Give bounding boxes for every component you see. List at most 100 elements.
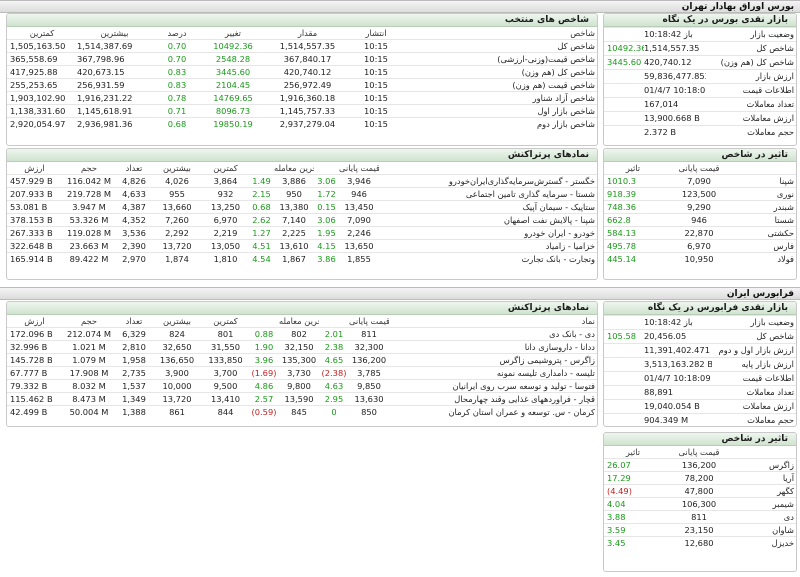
impact-symbol[interactable]: شاوان [736,523,796,537]
impact-row[interactable]: 17.29 78,200 آریا [604,471,796,485]
symbol-name[interactable]: ددانا - داروسازی دانا [389,340,597,354]
impact-value: 4.04 [604,497,662,511]
symbol-low: 932 [202,187,249,201]
impact-symbol[interactable]: شیمبر [736,497,796,511]
symbol-value: 165.914 B [7,252,62,265]
symbol-row[interactable]: 42.499 B 50.004 M 1,388 861 844 (0.59) 845 0 850… [7,405,597,418]
index-name[interactable]: شاخص کل [401,39,597,53]
symbol-row[interactable]: 79.332 B 8.032 M 1,537 10,000 9,500 4.86 9,800… [7,379,597,393]
market-change [604,69,644,84]
symbol-volume: 119.028 M [62,226,116,240]
market-label: تعداد معاملات [712,385,796,400]
symbol-row[interactable]: 53.081 B 3.947 M 4,387 13,660 13,250 0.68 13,3… [7,200,597,214]
symbol-last: 13,380 [274,200,314,214]
index-change: 10492.36 [202,39,264,53]
market-change [604,83,644,98]
index-name[interactable]: شاخص قیمت(وزنی-ارزشی) [401,52,597,66]
impact-row[interactable]: 3.59 23,150 شاوان [604,523,796,537]
index-row: 1,505,163.50 1,514,387.69 0.70 10492.36 1,51… [7,39,597,53]
symbol-name[interactable]: خزامیا - زامیاد [379,239,597,253]
symbol-last: 32,150 [279,340,319,354]
index-name[interactable]: شاخص آزاد شناور [401,91,597,105]
symbol-name[interactable]: دی - بانک دی [389,327,597,341]
impact-close: 123,500 [662,187,736,201]
impact-row[interactable]: 3.45 12,680 خدیزل [604,536,796,549]
impact-symbol[interactable]: نوری [736,187,796,201]
symbol-close-change: 2.95 [319,392,349,406]
impact-symbol[interactable]: آریا [736,471,796,485]
impact-row[interactable]: 918.39 123,500 نوری [604,187,796,201]
index-name[interactable]: شاخص کل (هم وزن) [401,65,597,79]
symbol-row[interactable]: 207.933 B 219.728 M 4,633 955 932 2.15 950 1.72… [7,187,597,201]
fara-top-symbols-title: نمادهای پرتراکنش [7,302,597,315]
symbol-name[interactable]: ستاپیک - سیمان آپیک [379,200,597,214]
symbol-row[interactable]: 67.777 B 17.908 M 2,735 3,900 3,700 (1.69) 3,7… [7,366,597,380]
symbol-row[interactable]: 322.648 B 23.663 M 2,390 13,720 13,050 4.51 13… [7,239,597,253]
impact-row[interactable]: 662.8 946 شستا [604,213,796,227]
col-volume: حجم [80,316,97,326]
market-label: وضعیت بازار [712,315,796,330]
symbol-name[interactable]: قچار - فراوردههای غذایی وقند چهارمحال [389,392,597,406]
impact-row[interactable]: 584.13 22,870 حکشتی [604,226,796,240]
symbol-name[interactable]: زاگرس - پتروشیمی زاگرس [389,353,597,367]
symbol-row[interactable]: 267.333 B 119.028 M 3,536 2,292 2,219 1.27 2,2… [7,226,597,240]
symbol-name[interactable]: خگستر - گسترش‌سرمایه‌گذاری‌ایران‌خودرو [379,174,597,188]
index-pct: 0.83 [152,65,202,79]
impact-row[interactable]: 4.04 106,300 شیمبر [604,497,796,511]
impact-symbol[interactable]: دی [736,510,796,524]
impact-symbol[interactable]: کگهر [736,484,796,498]
symbol-name[interactable]: خودرو - ایران‌ خودرو [379,226,597,240]
symbol-close: 136,200 [349,353,389,367]
symbol-count: 6,329 [116,327,152,341]
symbol-name[interactable]: تلیسه - دامداری تلیسه نمونه [389,366,597,380]
impact-row[interactable]: 1010.3 7,090 شپنا [604,174,796,188]
symbol-close-change: 1.95 [314,226,339,240]
col-pct: درصد [167,28,187,38]
symbol-last: 845 [279,405,319,418]
index-name[interactable]: شاخص بازار اول [401,104,597,118]
symbol-row[interactable]: 165.914 B 89.422 M 2,970 1,874 1,810 4.54 1,86… [7,252,597,265]
impact-symbol[interactable]: شبندر [736,200,796,214]
fara-market-title: بازار نقدی فرابورس در یک نگاه [604,302,796,315]
symbol-name[interactable]: کرمان - س. توسعه و عمران استان کرمان [389,405,597,418]
symbol-name[interactable]: شستا - سرمایه گذاری تامین اجتماعی [379,187,597,201]
index-pct: 0.83 [152,78,202,92]
impact-symbol[interactable]: شپنا [736,174,796,188]
impact-row[interactable]: (4.49) 47,800 کگهر [604,484,796,498]
symbol-last-change: 2.62 [249,213,274,227]
symbol-name[interactable]: وتجارت - بانک تجارت [379,252,597,265]
symbol-row[interactable]: 172.096 B 212.074 M 6,329 824 801 0.88 802 2.01… [7,327,597,341]
symbol-low: 31,550 [202,340,249,354]
index-time: 10:15 [351,91,401,105]
symbol-row[interactable]: 145.728 B 1.079 M 1,958 136,650 133,850 3.96 1… [7,353,597,367]
symbol-last-change: 1.49 [249,174,274,188]
impact-row[interactable]: 26.07 136,200 زاگرس [604,458,796,472]
impact-row[interactable]: 748.36 9,290 شبندر [604,200,796,214]
impact-symbol[interactable]: خدیزل [736,536,796,549]
market-value: 20,456.05 [644,329,712,344]
impact-row[interactable]: 3.88 811 دی [604,510,796,524]
fara-top-symbols-table: ارزش حجم تعداد بیشترین کمترین آخرین معام… [7,315,597,418]
symbol-row[interactable]: 457.929 B 116.042 M 4,826 4,026 3,864 1.49 3,8… [7,174,597,188]
impact-value: 3.88 [604,510,662,524]
symbol-value: 457.929 B [7,174,62,188]
impact-symbol[interactable]: شستا [736,213,796,227]
impact-symbol[interactable]: فولاد [736,252,796,265]
symbol-name[interactable]: شپنا - پالایش نفت اصفهان [379,213,597,227]
market-value: 2.372 B [644,125,706,139]
symbol-value: 115.462 B [7,392,62,406]
impact-row[interactable]: 495.78 6,970 فارس [604,239,796,253]
index-time: 10:15 [351,117,401,130]
index-name[interactable]: شاخص بازار دوم [401,117,597,130]
index-name[interactable]: شاخص قیمت (هم وزن) [401,78,597,92]
impact-symbol[interactable]: زاگرس [736,458,796,472]
impact-symbol[interactable]: حکشتی [736,226,796,240]
symbol-row[interactable]: 115.462 B 8.473 M 1,349 13,720 13,410 2.57 13,… [7,392,597,406]
symbol-name[interactable]: فتوسا - تولید و توسعه سرب روی ایرانیان [389,379,597,393]
symbol-last: 9,800 [279,379,319,393]
impact-row[interactable]: 445.14 10,950 فولاد [604,252,796,265]
symbol-row[interactable]: 32.996 B 1.021 M 2,810 32,650 31,550 1.90 32,1… [7,340,597,354]
impact-symbol[interactable]: فارس [736,239,796,253]
index-change: 2104.45 [202,78,264,92]
symbol-row[interactable]: 378.153 B 53.326 M 4,352 7,260 6,970 2.62 7,14… [7,213,597,227]
